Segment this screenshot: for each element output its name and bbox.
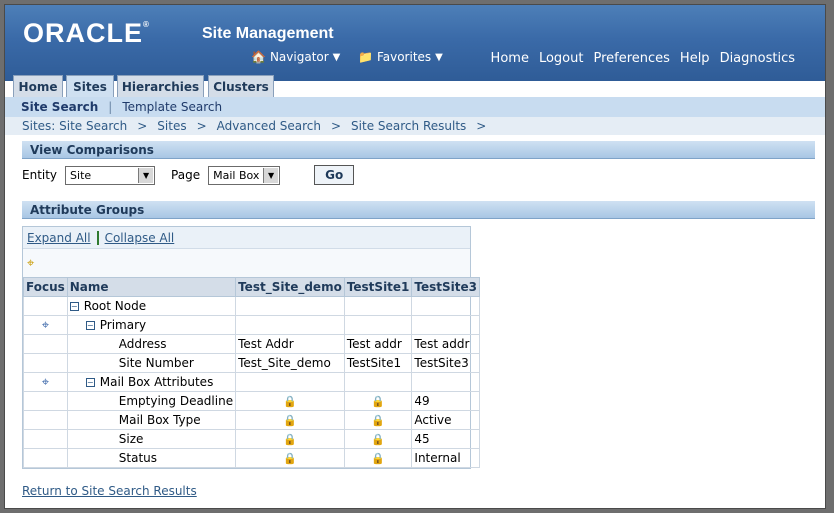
attribute-table: Focus Name Test_Site_demo TestSite1 Test… (23, 277, 480, 468)
breadcrumb-advanced-search[interactable]: Advanced Search (217, 119, 321, 133)
table-row: ⌖ − Primary (23, 315, 480, 335)
table-row: Address Test Addr Test addr Test addr (23, 334, 480, 354)
table-header-row: Focus Name Test_Site_demo TestSite1 Test… (23, 277, 480, 297)
breadcrumb-search-results[interactable]: Site Search Results (351, 119, 466, 133)
table-row: ⌖ − Mail Box Attributes (23, 372, 480, 392)
entity-select[interactable]: Site ▼ (65, 165, 156, 185)
subtab-site-search[interactable]: Site Search (21, 100, 98, 114)
expand-collapse-bar: Expand All Collapse All (23, 227, 470, 249)
tab-clusters[interactable]: Clusters (208, 75, 274, 97)
attribute-groups-table-region: Expand All Collapse All ⌖ Focus Name Tes… (22, 226, 480, 469)
page-select[interactable]: Mail Box ▼ (208, 165, 281, 185)
navigator-menu[interactable]: 🏠 Navigator ▼ (251, 50, 340, 64)
tab-home[interactable]: Home (13, 75, 63, 97)
favorites-icon: 📁 (358, 50, 373, 64)
view-comparisons-header: View Comparisons (22, 141, 815, 159)
col-test-site-demo: Test_Site_demo (235, 277, 345, 297)
global-link-logout[interactable]: Logout (539, 51, 584, 66)
table-row: Status 🔒 🔒 Internal (23, 448, 480, 468)
global-link-home[interactable]: Home (491, 51, 529, 66)
global-link-diagnostics[interactable]: Diagnostics (720, 51, 795, 66)
collapse-all-link[interactable]: Collapse All (105, 231, 175, 245)
tab-bar: Home Sites Hierarchies Clusters (5, 75, 825, 97)
global-links: Home Logout Preferences Help Diagnostics (491, 51, 795, 66)
return-to-results-link[interactable]: Return to Site Search Results (22, 484, 197, 498)
chevron-down-icon: ▼ (138, 167, 154, 183)
oracle-logo: ORACLE® (23, 18, 150, 48)
col-testsite3: TestSite3 (411, 277, 480, 297)
focus-target-icon[interactable]: ⌖ (42, 375, 49, 390)
lock-icon: 🔒 (283, 452, 297, 465)
dropdown-arrow-icon: ▼ (332, 51, 341, 63)
col-testsite1: TestSite1 (343, 277, 413, 297)
view-comparisons-form: Entity Site ▼ Page Mail Box ▼ Go (22, 164, 355, 186)
lock-icon: 🔒 (371, 395, 385, 408)
application-window: ORACLE® Site Management 🏠 Navigator ▼ 📁 … (4, 4, 826, 509)
table-row: Emptying Deadline 🔒 🔒 49 (23, 391, 480, 411)
collapse-icon[interactable]: − (69, 302, 79, 311)
attribute-groups-header: Attribute Groups (22, 201, 815, 219)
page-label: Page (171, 168, 201, 182)
go-button[interactable]: Go (314, 165, 355, 185)
favorites-menu[interactable]: 📁 Favorites ▼ (358, 50, 443, 64)
focus-target-icon[interactable]: ⌖ (42, 318, 49, 333)
lock-icon: 🔒 (283, 414, 297, 427)
breadcrumb-sites[interactable]: Sites (157, 119, 186, 133)
focus-toolbar: ⌖ (23, 249, 470, 277)
dropdown-arrow-icon: ▼ (435, 51, 443, 63)
breadcrumb: Sites: Site Search > Sites > Advanced Sear… (5, 117, 825, 135)
table-row: − Root Node (23, 296, 480, 316)
col-focus: Focus (23, 277, 68, 297)
subtab-separator: | (108, 100, 113, 114)
breadcrumb-site-search[interactable]: Sites: Site Search (22, 119, 127, 133)
col-name: Name (66, 277, 237, 297)
table-row: Size 🔒 🔒 45 (23, 429, 480, 449)
collapse-icon[interactable]: − (85, 378, 95, 387)
table-row: Site Number Test_Site_demo TestSite1 Tes… (23, 353, 480, 373)
lock-icon: 🔒 (283, 433, 297, 446)
expand-all-link[interactable]: Expand All (27, 231, 91, 245)
lock-icon: 🔒 (283, 395, 297, 408)
chevron-down-icon: ▼ (263, 167, 279, 183)
focus-target-icon[interactable]: ⌖ (27, 256, 34, 271)
table-row: Mail Box Type 🔒 🔒 Active (23, 410, 480, 430)
lock-icon: 🔒 (371, 414, 385, 427)
lock-icon: 🔒 (371, 433, 385, 446)
subtab-bar: Site Search | Template Search (5, 97, 825, 117)
global-link-preferences[interactable]: Preferences (593, 51, 669, 66)
tab-hierarchies[interactable]: Hierarchies (117, 75, 204, 97)
tab-sites[interactable]: Sites (66, 75, 114, 97)
app-title: Site Management (202, 25, 334, 42)
collapse-icon[interactable]: − (85, 321, 95, 330)
entity-label: Entity (22, 168, 58, 182)
app-header: ORACLE® Site Management 🏠 Navigator ▼ 📁 … (5, 5, 825, 81)
home-icon: 🏠 (251, 50, 266, 64)
subtab-template-search[interactable]: Template Search (122, 100, 222, 114)
divider (96, 230, 99, 245)
global-link-help[interactable]: Help (680, 51, 710, 66)
lock-icon: 🔒 (371, 452, 385, 465)
